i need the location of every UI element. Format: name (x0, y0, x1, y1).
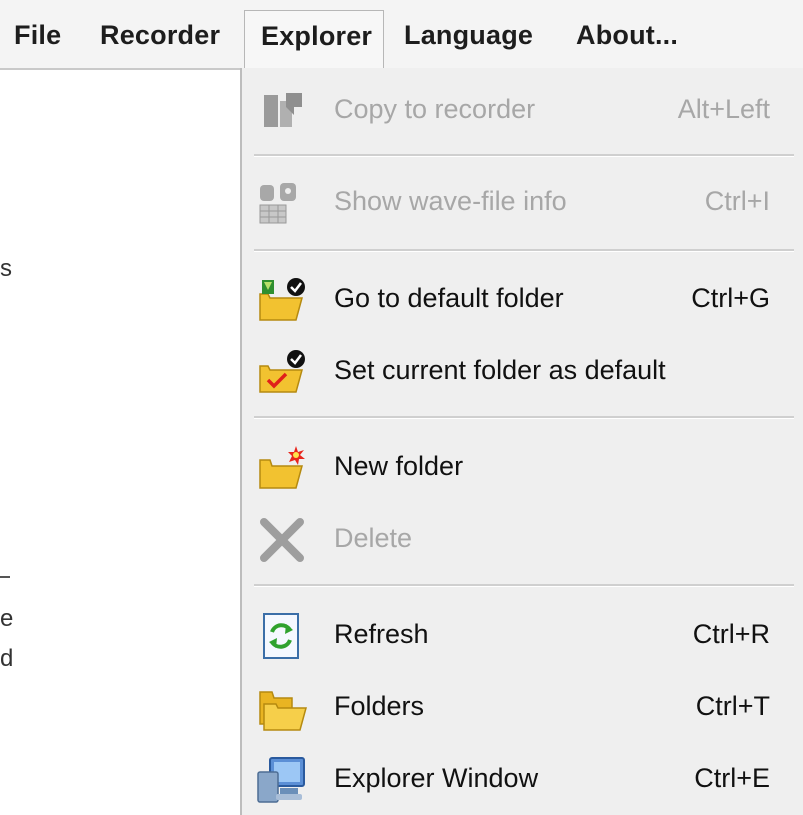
clipped-text: e (0, 605, 14, 632)
menu-item-label: New folder (334, 451, 464, 481)
menu-item-go-to-default-folder[interactable]: Go to default folder Ctrl+G (242, 268, 803, 330)
shortcut-label: Alt+Left (677, 94, 770, 124)
menu-item-label: Refresh (334, 619, 429, 649)
menu-separator (254, 249, 794, 252)
menu-separator (254, 416, 794, 419)
menu-item-show-wave-file-info[interactable]: Show wave-file info Ctrl+I (242, 171, 803, 233)
clipped-text: d (0, 645, 14, 672)
shortcut-label: Ctrl+T (695, 691, 770, 721)
menu-item-label: Show wave-file info (334, 186, 567, 216)
menu-item-label: Folders (334, 691, 425, 721)
menu-item-label: Copy to recorder (334, 94, 536, 124)
menu-item-set-current-folder-as-default[interactable]: Set current folder as default (242, 340, 803, 402)
set-default-folder-icon (256, 348, 308, 396)
folders-icon (256, 684, 308, 732)
menu-bar: File Recorder Explorer Language About... (0, 0, 803, 70)
clipped-line (0, 576, 10, 578)
menu-item-label: Go to default folder (334, 283, 564, 313)
menu-item-delete[interactable]: Delete (242, 508, 803, 570)
delete-icon (256, 516, 308, 564)
menu-item-folders[interactable]: Folders Ctrl+T (242, 676, 803, 738)
shortcut-label: Ctrl+I (704, 186, 770, 216)
menu-explorer[interactable]: Explorer (244, 10, 384, 68)
menu-separator (254, 154, 794, 157)
menu-item-explorer-window[interactable]: Explorer Window Ctrl+E (242, 748, 803, 810)
new-folder-icon (256, 444, 308, 492)
shortcut-label: Ctrl+E (694, 763, 770, 793)
default-folder-icon (256, 276, 308, 324)
background-window: s e d (0, 70, 241, 815)
menu-item-refresh[interactable]: Refresh Ctrl+R (242, 604, 803, 666)
menu-language[interactable]: Language (404, 20, 533, 51)
menu-item-label: Set current folder as default (334, 355, 666, 385)
shortcut-label: Ctrl+R (692, 619, 770, 649)
menu-item-label: Delete (334, 523, 413, 553)
menu-recorder[interactable]: Recorder (100, 20, 220, 51)
wave-file-info-icon (256, 179, 308, 227)
copy-to-recorder-icon (256, 87, 308, 135)
refresh-icon (256, 612, 308, 660)
explorer-window-icon (256, 756, 308, 804)
menu-separator (254, 584, 794, 587)
menu-item-new-folder[interactable]: New folder (242, 436, 803, 498)
menu-item-copy-to-recorder[interactable]: Copy to recorder Alt+Left (242, 79, 803, 141)
clipped-text: s (0, 255, 12, 282)
shortcut-label: Ctrl+G (691, 283, 770, 313)
menu-item-label: Explorer Window (334, 763, 539, 793)
explorer-dropdown-menu: Copy to recorder Alt+Left Show wave-file… (240, 68, 803, 815)
menu-file[interactable]: File (14, 20, 61, 51)
menu-about[interactable]: About... (576, 20, 678, 51)
